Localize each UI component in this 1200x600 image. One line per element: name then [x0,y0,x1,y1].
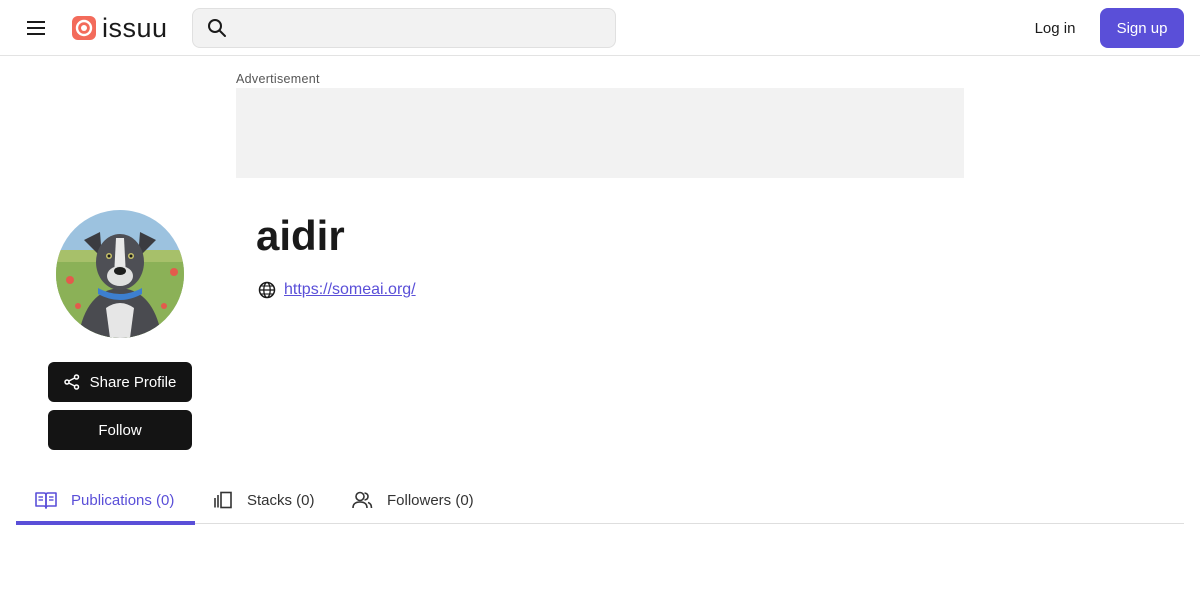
avatar [56,210,184,338]
hamburger-menu-button[interactable] [16,8,56,48]
tab-publications-label: Publications (0) [71,491,175,509]
top-header: issuu Log in Sign up [0,0,1200,56]
tab-followers[interactable]: Followers (0) [351,476,481,524]
tab-publications[interactable]: Publications (0) [16,476,195,525]
advertisement-slot[interactable] [236,88,964,178]
share-profile-button[interactable]: Share Profile [48,362,192,402]
search-bar[interactable] [192,8,616,48]
advertisement-label: Advertisement [236,72,320,86]
globe-icon [258,281,276,299]
avatar-dog-image [56,210,184,338]
tab-stacks[interactable]: Stacks (0) [213,476,323,524]
search-input[interactable] [237,9,615,47]
follow-button[interactable]: Follow [48,410,192,450]
tab-stacks-label: Stacks (0) [247,491,315,509]
share-profile-label: Share Profile [89,373,177,391]
search-icon [208,19,226,37]
stacks-icon [214,491,232,509]
issuu-logo[interactable]: issuu [72,14,168,42]
tab-followers-label: Followers (0) [387,491,474,509]
login-button[interactable]: Log in [1018,8,1092,48]
logo-text: issuu [102,13,168,43]
hamburger-icon [27,21,45,35]
issuu-logo-icon [72,16,96,40]
book-open-icon [35,492,57,509]
profile-tabs: Publications (0) Stacks (0) Followers (0… [16,476,1184,525]
signup-button[interactable]: Sign up [1100,8,1184,48]
website-link[interactable]: https://someai.org/ [284,281,416,299]
profile-name: aidir [256,212,345,259]
share-icon [63,374,79,390]
users-icon [352,491,373,509]
website-row: https://someai.org/ [258,278,416,302]
